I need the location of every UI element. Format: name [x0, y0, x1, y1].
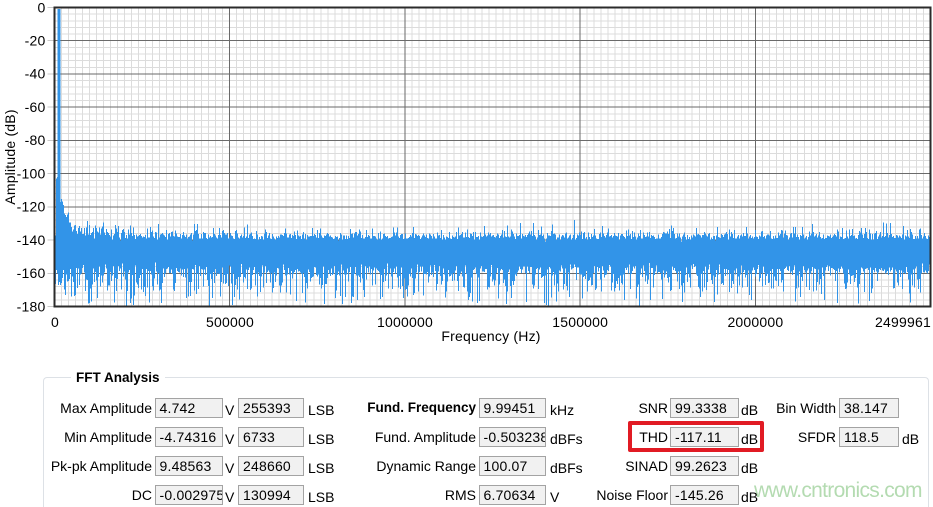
svg-text:-180: -180 — [17, 298, 46, 314]
svg-text:2499961: 2499961 — [875, 314, 931, 330]
svg-text:1500000: 1500000 — [552, 314, 608, 330]
svg-text:-80: -80 — [25, 132, 46, 148]
svg-text:0: 0 — [51, 314, 59, 330]
svg-text:1000000: 1000000 — [377, 314, 433, 330]
svg-text:-160: -160 — [17, 265, 46, 281]
svg-text:2000000: 2000000 — [727, 314, 783, 330]
svg-text:-100: -100 — [17, 165, 46, 181]
svg-text:-20: -20 — [25, 33, 46, 49]
svg-text:Amplitude (dB): Amplitude (dB) — [2, 109, 18, 204]
svg-text:-140: -140 — [17, 232, 46, 248]
svg-text:0: 0 — [38, 0, 46, 15]
svg-text:-120: -120 — [17, 199, 46, 215]
svg-text:-40: -40 — [25, 66, 46, 82]
svg-text:-60: -60 — [25, 99, 46, 115]
svg-text:500000: 500000 — [206, 314, 254, 330]
svg-text:Frequency (Hz): Frequency (Hz) — [441, 328, 540, 344]
